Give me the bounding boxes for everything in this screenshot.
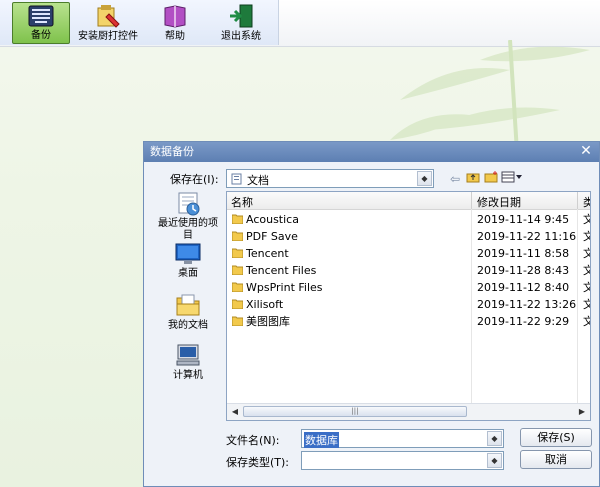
- save-in-value: 文档: [247, 174, 269, 187]
- file-date: 2019-11-11 8:58: [477, 247, 570, 260]
- back-arrow-icon[interactable]: ⇦: [446, 170, 464, 188]
- install-plugin-button[interactable]: 安装厨打控件: [76, 2, 140, 44]
- file-type: 文: [583, 245, 590, 262]
- exit-button-label: 退出系统: [221, 31, 261, 42]
- install-plugin-label: 安装厨打控件: [78, 31, 138, 42]
- filetype-label: 保存类型(T):: [226, 456, 290, 469]
- scrollbar-thumb[interactable]: |||: [243, 406, 467, 417]
- file-name: PDF Save: [246, 230, 298, 243]
- file-row[interactable]: Acoustica 2019-11-14 9:45 文: [227, 211, 590, 228]
- view-menu-icon[interactable]: [500, 170, 524, 188]
- file-name: Acoustica: [246, 213, 299, 226]
- backup-button-label: 备份: [31, 30, 51, 41]
- install-plugin-icon: [97, 5, 120, 28]
- horizontal-scrollbar[interactable]: ◀ ||| ▶: [227, 403, 590, 420]
- help-button-label: 帮助: [165, 31, 185, 42]
- toolbar-button-group: 备份 安装厨打控件 帮助 退出系统: [0, 0, 279, 45]
- file-type: 文: [583, 228, 590, 245]
- up-folder-icon[interactable]: [464, 170, 482, 188]
- place-desktop-label: 桌面: [178, 268, 198, 279]
- place-desktop[interactable]: 桌面: [154, 242, 222, 280]
- file-type: 文: [583, 211, 590, 228]
- file-row[interactable]: PDF Save 2019-11-22 11:16 文: [227, 228, 590, 245]
- my-documents-icon: [176, 294, 200, 316]
- column-header-date[interactable]: 修改日期: [477, 194, 521, 210]
- column-header-name[interactable]: 名称: [231, 194, 253, 210]
- folder-icon: [232, 265, 243, 275]
- folder-icon: [232, 316, 243, 326]
- backup-button[interactable]: 备份: [12, 2, 70, 44]
- computer-icon: [176, 344, 200, 366]
- file-date: 2019-11-14 9:45: [477, 213, 570, 226]
- file-row[interactable]: Xilisoft 2019-11-22 13:26 文: [227, 296, 590, 313]
- close-icon[interactable]: ✕: [579, 144, 593, 158]
- chevron-down-icon[interactable]: ◆: [417, 171, 432, 186]
- folder-icon: [232, 231, 243, 241]
- file-row[interactable]: WpsPrint Files 2019-11-12 8:40 文: [227, 279, 590, 296]
- save-button[interactable]: 保存(S): [520, 428, 592, 447]
- chevron-down-icon[interactable]: ◆: [487, 453, 502, 468]
- exit-button[interactable]: 退出系统: [210, 2, 272, 44]
- file-name: WpsPrint Files: [246, 281, 323, 294]
- place-my-documents[interactable]: 我的文档: [154, 292, 222, 332]
- file-row[interactable]: Tencent Files 2019-11-28 8:43 文: [227, 262, 590, 279]
- file-row[interactable]: Tencent 2019-11-11 8:58 文: [227, 245, 590, 262]
- place-computer[interactable]: 计算机: [154, 342, 222, 382]
- folder-icon: [232, 282, 243, 292]
- file-name: Xilisoft: [246, 298, 284, 311]
- file-date: 2019-11-22 13:26: [477, 298, 577, 311]
- file-list-header: 名称 ^ 修改日期 类: [227, 192, 590, 210]
- help-button[interactable]: 帮助: [148, 2, 202, 44]
- sort-ascending-icon: ^: [345, 191, 352, 197]
- desktop-icon: [175, 243, 201, 264]
- filename-label: 文件名(N):: [226, 434, 280, 447]
- file-list[interactable]: 名称 ^ 修改日期 类 Acoustica 2019-11-14 9:45 文 …: [226, 191, 591, 421]
- save-in-label: 保存在(I):: [170, 173, 219, 186]
- exit-door-icon: [230, 4, 253, 28]
- file-type: 文: [583, 296, 590, 313]
- document-folder-icon: [231, 173, 242, 185]
- dialog-title-bar[interactable]: 数据备份: [144, 142, 599, 162]
- file-name: Tencent: [246, 247, 289, 260]
- file-row[interactable]: 美图图库 2019-11-22 9:29 文: [227, 313, 590, 330]
- column-divider: [577, 192, 578, 209]
- recent-items-icon: [178, 192, 200, 216]
- new-folder-icon[interactable]: [482, 170, 500, 188]
- places-bar: 最近使用的项目 桌面 我的文档 计算机: [154, 190, 222, 390]
- place-recent-label: 最近使用的项目: [158, 218, 218, 241]
- filename-input[interactable]: 数据库 ◆: [301, 429, 504, 448]
- file-date: 2019-11-12 8:40: [477, 281, 570, 294]
- help-book-icon: [164, 5, 186, 28]
- place-computer-label: 计算机: [173, 370, 203, 381]
- file-date: 2019-11-28 8:43: [477, 264, 570, 277]
- file-date: 2019-11-22 11:16: [477, 230, 577, 243]
- filename-value: 数据库: [304, 432, 339, 448]
- scroll-right-icon[interactable]: ▶: [575, 405, 589, 418]
- file-name: 美图图库: [246, 315, 290, 328]
- folder-icon: [232, 248, 243, 258]
- backup-save-dialog: 数据备份 ✕ 保存在(I): 文档 ◆ ⇦ 最近使用的项目 桌面 我的文档 计算…: [143, 141, 600, 487]
- dialog-title: 数据备份: [150, 145, 194, 158]
- file-type: 文: [583, 313, 590, 330]
- folder-icon: [232, 214, 243, 224]
- chevron-down-icon[interactable]: ◆: [487, 431, 502, 446]
- place-documents-label: 我的文档: [168, 320, 208, 331]
- scrollbar-grip: |||: [351, 407, 359, 415]
- file-name: Tencent Files: [246, 264, 317, 277]
- file-date: 2019-11-22 9:29: [477, 315, 570, 328]
- column-divider: [471, 192, 472, 209]
- cancel-button[interactable]: 取消: [520, 450, 592, 469]
- file-type: 文: [583, 279, 590, 296]
- place-recent-items[interactable]: 最近使用的项目: [154, 190, 222, 242]
- folder-icon: [232, 299, 243, 309]
- save-in-dropdown[interactable]: 文档 ◆: [226, 169, 434, 188]
- file-type: 文: [583, 262, 590, 279]
- scroll-left-icon[interactable]: ◀: [228, 405, 242, 418]
- filetype-dropdown[interactable]: ◆: [301, 451, 504, 470]
- column-header-type[interactable]: 类: [583, 194, 590, 210]
